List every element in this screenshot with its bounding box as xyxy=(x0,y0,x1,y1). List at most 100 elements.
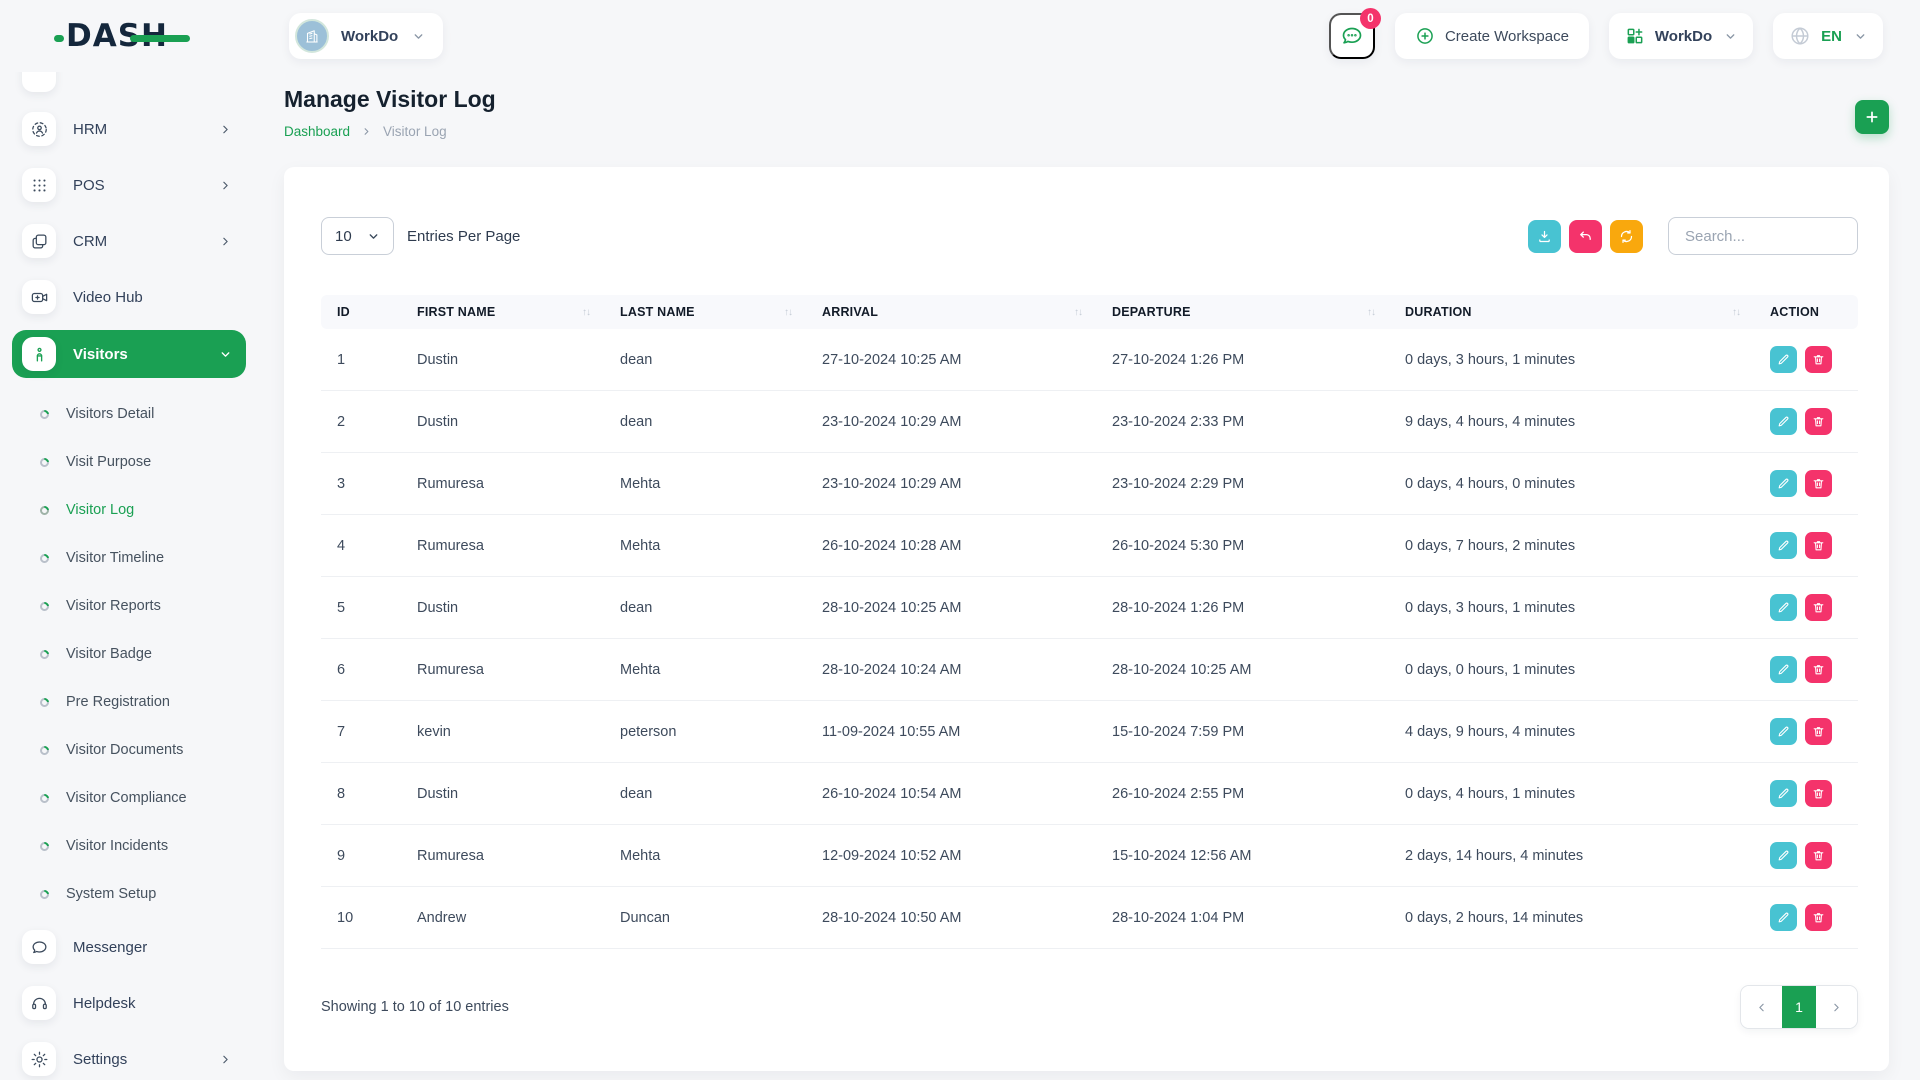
headset-icon xyxy=(22,986,56,1020)
cell-first-name: Andrew xyxy=(401,887,604,949)
plus-circle-icon xyxy=(1415,26,1435,46)
page-number-current[interactable]: 1 xyxy=(1782,986,1816,1028)
brand-logo[interactable]: DASH xyxy=(66,18,216,58)
sidebar-subitem-visitor-compliance[interactable]: Visitor Compliance xyxy=(12,774,246,822)
pencil-icon xyxy=(1777,849,1790,862)
edit-button[interactable] xyxy=(1770,408,1797,435)
search-input[interactable] xyxy=(1668,217,1858,255)
column-header-departure[interactable]: DEPARTURE↑↓ xyxy=(1096,295,1389,329)
pencil-icon xyxy=(1777,415,1790,428)
delete-button[interactable] xyxy=(1805,718,1832,745)
sidebar-subitem-system-setup[interactable]: System Setup xyxy=(12,870,246,918)
sidebar-subitem-visitor-timeline[interactable]: Visitor Timeline xyxy=(12,534,246,582)
edit-button[interactable] xyxy=(1770,780,1797,807)
refresh-icon xyxy=(1619,229,1634,244)
logo-dot-accent xyxy=(54,35,64,42)
workspace-selector[interactable]: WorkDo xyxy=(289,13,443,59)
cell-duration: 0 days, 4 hours, 1 minutes xyxy=(1389,763,1754,825)
cell-first-name: kevin xyxy=(401,701,604,763)
edit-button[interactable] xyxy=(1770,346,1797,373)
workspace-menu[interactable]: WorkDo xyxy=(1609,13,1753,59)
edit-button[interactable] xyxy=(1770,532,1797,559)
language-menu[interactable]: EN xyxy=(1773,13,1883,59)
delete-button[interactable] xyxy=(1805,904,1832,931)
sidebar-item-messenger[interactable]: Messenger xyxy=(12,924,246,970)
entries-per-page-select[interactable]: 10 xyxy=(321,217,394,255)
gear-icon xyxy=(22,1042,56,1076)
sidebar-subitem-visitor-incidents[interactable]: Visitor Incidents xyxy=(12,822,246,870)
create-workspace-button[interactable]: Create Workspace xyxy=(1395,13,1589,59)
sort-icon[interactable]: ↑↓ xyxy=(1367,307,1375,318)
sidebar-subitem-visitor-log[interactable]: Visitor Log xyxy=(12,486,246,534)
table-row: 1 Dustin dean 27-10-2024 10:25 AM 27-10-… xyxy=(321,329,1858,391)
sidebar-subitem-visit-purpose[interactable]: Visit Purpose xyxy=(12,438,246,486)
next-page-button[interactable] xyxy=(1816,986,1857,1028)
sidebar-item-visitors[interactable]: Visitors xyxy=(12,330,246,378)
chevron-right-icon xyxy=(219,179,232,192)
sidebar-subitem-visitor-reports[interactable]: Visitor Reports xyxy=(12,582,246,630)
delete-button[interactable] xyxy=(1805,346,1832,373)
sort-icon[interactable]: ↑↓ xyxy=(582,307,590,318)
edit-button[interactable] xyxy=(1770,594,1797,621)
submenu-bullet-icon xyxy=(38,600,51,613)
cell-id: 1 xyxy=(321,329,401,391)
submenu-bullet-icon xyxy=(38,888,51,901)
download-icon xyxy=(1537,229,1552,244)
sidebar-subitem-label: System Setup xyxy=(66,886,156,902)
edit-button[interactable] xyxy=(1770,656,1797,683)
table-row: 5 Dustin dean 28-10-2024 10:25 AM 28-10-… xyxy=(321,577,1858,639)
delete-button[interactable] xyxy=(1805,656,1832,683)
sort-icon[interactable]: ↑↓ xyxy=(1732,307,1740,318)
sidebar-item-crm[interactable]: CRM xyxy=(12,218,246,264)
sidebar-subitem-visitor-documents[interactable]: Visitor Documents xyxy=(12,726,246,774)
edit-button[interactable] xyxy=(1770,718,1797,745)
table-controls: 10 Entries Per Page xyxy=(321,217,1858,255)
delete-button[interactable] xyxy=(1805,532,1832,559)
export-download-button[interactable] xyxy=(1528,220,1561,253)
sidebar-item-pos[interactable]: POS xyxy=(12,162,246,208)
cell-action xyxy=(1754,577,1858,639)
breadcrumb-dashboard-link[interactable]: Dashboard xyxy=(284,124,350,139)
cell-action xyxy=(1754,701,1858,763)
column-header-last-name[interactable]: LAST NAME↑↓ xyxy=(604,295,806,329)
delete-button[interactable] xyxy=(1805,594,1832,621)
delete-button[interactable] xyxy=(1805,408,1832,435)
column-header-first-name[interactable]: FIRST NAME↑↓ xyxy=(401,295,604,329)
cell-arrival: 28-10-2024 10:24 AM xyxy=(806,639,1096,701)
page-title: Manage Visitor Log xyxy=(284,86,496,113)
delete-button[interactable] xyxy=(1805,780,1832,807)
cell-last-name: Duncan xyxy=(604,887,806,949)
sidebar-item-helpdesk[interactable]: Helpdesk xyxy=(12,980,246,1026)
sort-icon[interactable]: ↑↓ xyxy=(784,307,792,318)
sidebar-item-hrm[interactable]: HRM xyxy=(12,106,246,152)
reset-undo-button[interactable] xyxy=(1569,220,1602,253)
topbar: DASH WorkDo 0 Create Workspace WorkDo EN xyxy=(0,0,1920,72)
cell-last-name: Mehta xyxy=(604,515,806,577)
sort-icon[interactable]: ↑↓ xyxy=(1074,307,1082,318)
row-actions xyxy=(1770,594,1844,621)
sidebar-subitem-visitor-badge[interactable]: Visitor Badge xyxy=(12,630,246,678)
column-header-duration[interactable]: DURATION↑↓ xyxy=(1389,295,1754,329)
sidebar-subitem-pre-registration[interactable]: Pre Registration xyxy=(12,678,246,726)
sidebar-item-video-hub[interactable]: Video Hub xyxy=(12,274,246,320)
breadcrumb-current: Visitor Log xyxy=(383,124,447,139)
sidebar-subitem-visitors-detail[interactable]: Visitors Detail xyxy=(12,390,246,438)
messages-button[interactable]: 0 xyxy=(1329,13,1375,59)
edit-button[interactable] xyxy=(1770,842,1797,869)
delete-button[interactable] xyxy=(1805,842,1832,869)
cell-departure: 15-10-2024 12:56 AM xyxy=(1096,825,1389,887)
column-header-arrival[interactable]: ARRIVAL↑↓ xyxy=(806,295,1096,329)
table-row: 4 Rumuresa Mehta 26-10-2024 10:28 AM 26-… xyxy=(321,515,1858,577)
visitor-log-table: ID FIRST NAME↑↓ LAST NAME↑↓ ARRIVAL↑↓ DE… xyxy=(321,295,1858,949)
previous-page-button[interactable] xyxy=(1741,986,1782,1028)
cell-id: 5 xyxy=(321,577,401,639)
pencil-icon xyxy=(1777,601,1790,614)
edit-button[interactable] xyxy=(1770,470,1797,497)
edit-button[interactable] xyxy=(1770,904,1797,931)
sidebar-item-settings[interactable]: Settings xyxy=(12,1036,246,1080)
cell-departure: 26-10-2024 2:55 PM xyxy=(1096,763,1389,825)
add-visitor-log-button[interactable] xyxy=(1855,100,1889,134)
sidebar-item-clipped[interactable] xyxy=(12,72,246,96)
delete-button[interactable] xyxy=(1805,470,1832,497)
refresh-button[interactable] xyxy=(1610,220,1643,253)
